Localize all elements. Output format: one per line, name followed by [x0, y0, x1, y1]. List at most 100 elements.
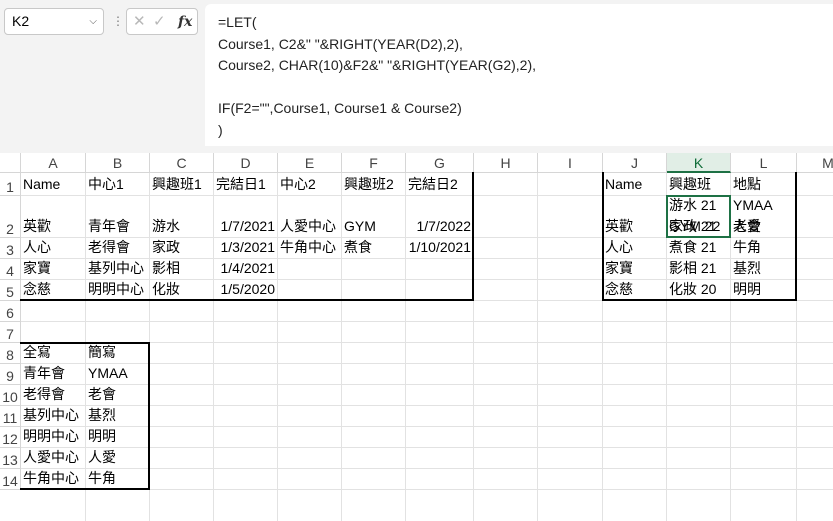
- table1-cell[interactable]: 人愛中心: [278, 216, 342, 237]
- row-header-13[interactable]: 13: [0, 448, 21, 469]
- table1-cell[interactable]: 念慈: [21, 279, 86, 300]
- table1-header-cell[interactable]: 中心1: [86, 174, 150, 195]
- table1-cell[interactable]: 家政: [150, 237, 214, 258]
- row-header-2[interactable]: 2: [0, 196, 21, 238]
- row-header-3[interactable]: 3: [0, 238, 21, 259]
- column-header-e[interactable]: E: [278, 153, 342, 173]
- table1-header-cell[interactable]: 興趣班1: [150, 174, 214, 195]
- table1-cell[interactable]: 1/7/2021: [214, 216, 278, 237]
- table1-cell[interactable]: 牛角中心: [278, 237, 342, 258]
- worksheet-grid[interactable]: ABCDEFGHIJKLM 1 2 3 4 5 6 7 8 9 10 11 12 13 14 Name 中心…: [0, 153, 833, 521]
- table1-cell[interactable]: 老得會: [86, 237, 150, 258]
- insert-function-button[interactable]: fx: [178, 14, 192, 30]
- table1-cell[interactable]: 影相: [150, 258, 214, 279]
- formula-line: IF(F2="",Course1, Course1 & Course2): [218, 100, 462, 117]
- table2-cell[interactable]: 英歡: [603, 216, 667, 237]
- table1-cell[interactable]: GYM: [342, 216, 406, 237]
- table2-header-cell[interactable]: 地點: [731, 174, 797, 195]
- table3-cell[interactable]: 明明: [86, 426, 150, 447]
- table2-cell[interactable]: 老會 牛角: [731, 216, 797, 258]
- table2-cell[interactable]: 明明: [731, 279, 797, 300]
- table1-cell[interactable]: 青年會: [86, 216, 150, 237]
- column-header-f[interactable]: F: [342, 153, 406, 173]
- column-header-a[interactable]: A: [21, 153, 86, 173]
- formula-input[interactable]: =LET( Course1, C2&" "&RIGHT(YEAR(D2),2),…: [205, 4, 833, 146]
- table3-cell[interactable]: 人愛中心: [21, 447, 86, 468]
- column-header-h[interactable]: H: [474, 153, 538, 173]
- row-header-8[interactable]: 8: [0, 343, 21, 364]
- column-header-g[interactable]: G: [406, 153, 474, 173]
- column-header-j[interactable]: J: [603, 153, 667, 173]
- table2-cell[interactable]: 人心: [603, 237, 667, 258]
- row-header-12[interactable]: 12: [0, 427, 21, 448]
- table3-header-cell[interactable]: 全寫: [21, 342, 86, 363]
- table3-header-cell[interactable]: 簡寫: [86, 342, 150, 363]
- table1-cell[interactable]: 1/7/2022: [406, 216, 474, 237]
- table1-header-cell[interactable]: Name: [21, 174, 86, 195]
- row-header-7[interactable]: 7: [0, 322, 21, 343]
- name-box[interactable]: K2 ⌵: [4, 8, 104, 35]
- table2-cell[interactable]: 家寶: [603, 258, 667, 279]
- chevron-down-icon[interactable]: ⌵: [89, 9, 97, 34]
- table1-cell[interactable]: 1/5/2020: [214, 279, 278, 300]
- formula-line: =LET(: [218, 14, 257, 30]
- gridline-row: [21, 321, 833, 322]
- table2-cell[interactable]: 念慈: [603, 279, 667, 300]
- column-header-k[interactable]: K: [667, 153, 731, 173]
- table1-cell[interactable]: 1/4/2021: [214, 258, 278, 279]
- table3-cell[interactable]: 牛角中心: [21, 468, 86, 489]
- table2-cell[interactable]: 影相 21: [667, 258, 731, 279]
- row-header-14[interactable]: 14: [0, 469, 21, 490]
- cancel-icon[interactable]: ✕: [133, 12, 146, 30]
- table1-cell[interactable]: 游水: [150, 216, 214, 237]
- row-header-10[interactable]: 10: [0, 385, 21, 406]
- table2-cell[interactable]: 基烈: [731, 258, 797, 279]
- formula-buttons: ✕ ✓ fx: [126, 8, 198, 35]
- table1-cell[interactable]: 英歡: [21, 216, 86, 237]
- table2-header-cell[interactable]: Name: [603, 174, 667, 195]
- formula-line: Course2, CHAR(10)&F2&" "&RIGHT(YEAR(G2),…: [218, 57, 537, 74]
- table3-cell[interactable]: 老得會: [21, 384, 86, 405]
- table3-cell[interactable]: YMAA: [86, 363, 150, 384]
- column-header-c[interactable]: C: [150, 153, 214, 173]
- table1-cell[interactable]: 化妝: [150, 279, 214, 300]
- column-header-m[interactable]: M: [797, 153, 833, 173]
- column-header-l[interactable]: L: [731, 153, 797, 173]
- gridline-col: [537, 173, 538, 521]
- table3-cell[interactable]: 青年會: [21, 363, 86, 384]
- table1-cell[interactable]: 1/10/2021: [406, 237, 474, 258]
- table3-cell[interactable]: 牛角: [86, 468, 150, 489]
- row-header-5[interactable]: 5: [0, 280, 21, 301]
- select-all-button[interactable]: [0, 153, 21, 173]
- more-options-icon[interactable]: ⋮: [112, 14, 124, 28]
- check-icon[interactable]: ✓: [153, 12, 166, 30]
- name-box-value: K2: [12, 13, 30, 29]
- table1-cell[interactable]: 煮食: [342, 237, 406, 258]
- column-header-d[interactable]: D: [214, 153, 278, 173]
- active-cell[interactable]: [666, 195, 731, 238]
- column-header-b[interactable]: B: [86, 153, 150, 173]
- table3-cell[interactable]: 明明中心: [21, 426, 86, 447]
- table1-header-cell[interactable]: 興趣班2: [342, 174, 406, 195]
- table3-cell[interactable]: 老會: [86, 384, 150, 405]
- table3-cell[interactable]: 人愛: [86, 447, 150, 468]
- table1-header-cell[interactable]: 完結日2: [406, 174, 474, 195]
- table3-cell[interactable]: 基列中心: [21, 405, 86, 426]
- row-header-9[interactable]: 9: [0, 364, 21, 385]
- table1-header-cell[interactable]: 中心2: [278, 174, 342, 195]
- row-header-11[interactable]: 11: [0, 406, 21, 427]
- table1-cell[interactable]: 基列中心: [86, 258, 150, 279]
- table1-header-cell[interactable]: 完結日1: [214, 174, 278, 195]
- table1-cell[interactable]: 1/3/2021: [214, 237, 278, 258]
- table2-cell[interactable]: 化妝 20: [667, 279, 731, 300]
- table1-cell[interactable]: 家寶: [21, 258, 86, 279]
- table1-cell[interactable]: 人心: [21, 237, 86, 258]
- table3-cell[interactable]: 基烈: [86, 405, 150, 426]
- row-header-6[interactable]: 6: [0, 301, 21, 322]
- table1-cell[interactable]: 明明中心: [86, 279, 150, 300]
- column-header-i[interactable]: I: [538, 153, 603, 173]
- table2-header-cell[interactable]: 興趣班: [667, 174, 731, 195]
- row-header-1[interactable]: 1: [0, 173, 21, 196]
- gridline-row: [21, 489, 833, 490]
- row-header-4[interactable]: 4: [0, 259, 21, 280]
